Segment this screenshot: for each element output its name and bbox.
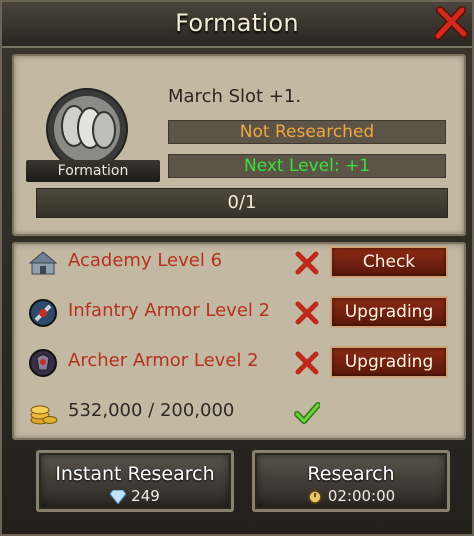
red-x-icon [295,251,319,275]
requirement-row: Infantry Armor Level 2 Upgrading [2,292,474,332]
gold-coins-icon [30,405,58,425]
red-x-icon [295,301,319,325]
requirement-label: 532,000 / 200,000 [68,400,235,421]
red-x-icon [295,351,319,375]
title-bar: Formation [2,2,472,48]
academy-building-icon [28,251,58,275]
research-time: 02:00:00 [327,487,396,505]
requirement-row: Archer Armor Level 2 Upgrading [2,342,474,382]
close-icon[interactable] [434,6,468,40]
research-status: Not Researched [168,120,446,144]
tech-name-label: Formation [26,160,160,182]
gem-icon [109,489,127,505]
research-progress-bar: 0/1 [36,188,448,218]
next-level-bonus: Next Level: +1 [168,154,446,178]
tech-description: March Slot +1. [168,86,302,107]
instant-research-button[interactable]: Instant Research 249 [36,450,234,512]
instant-research-cost: 249 [131,487,160,505]
upgrading-button[interactable]: Upgrading [330,296,448,328]
green-checkmark-icon [294,402,320,424]
requirement-label: Infantry Armor Level 2 [68,300,271,321]
check-button[interactable]: Check [330,246,448,278]
upgrading-button[interactable]: Upgrading [330,346,448,378]
requirement-label: Archer Armor Level 2 [68,350,259,371]
requirement-row: 532,000 / 200,000 [2,392,474,432]
dialog-title: Formation [175,9,299,37]
infantry-armor-icon [29,299,57,327]
instant-research-label: Instant Research [55,463,215,485]
requirement-label: Academy Level 6 [68,250,223,271]
stopwatch-icon [308,488,322,504]
formation-dialog: Formation Formation March Slot +1. Not R… [0,0,474,536]
research-label: Research [307,463,395,485]
requirement-row: Academy Level 6 Check [2,242,474,282]
progress-text: 0/1 [227,192,257,213]
research-button[interactable]: Research 02:00:00 [252,450,450,512]
archer-armor-icon [29,349,57,377]
